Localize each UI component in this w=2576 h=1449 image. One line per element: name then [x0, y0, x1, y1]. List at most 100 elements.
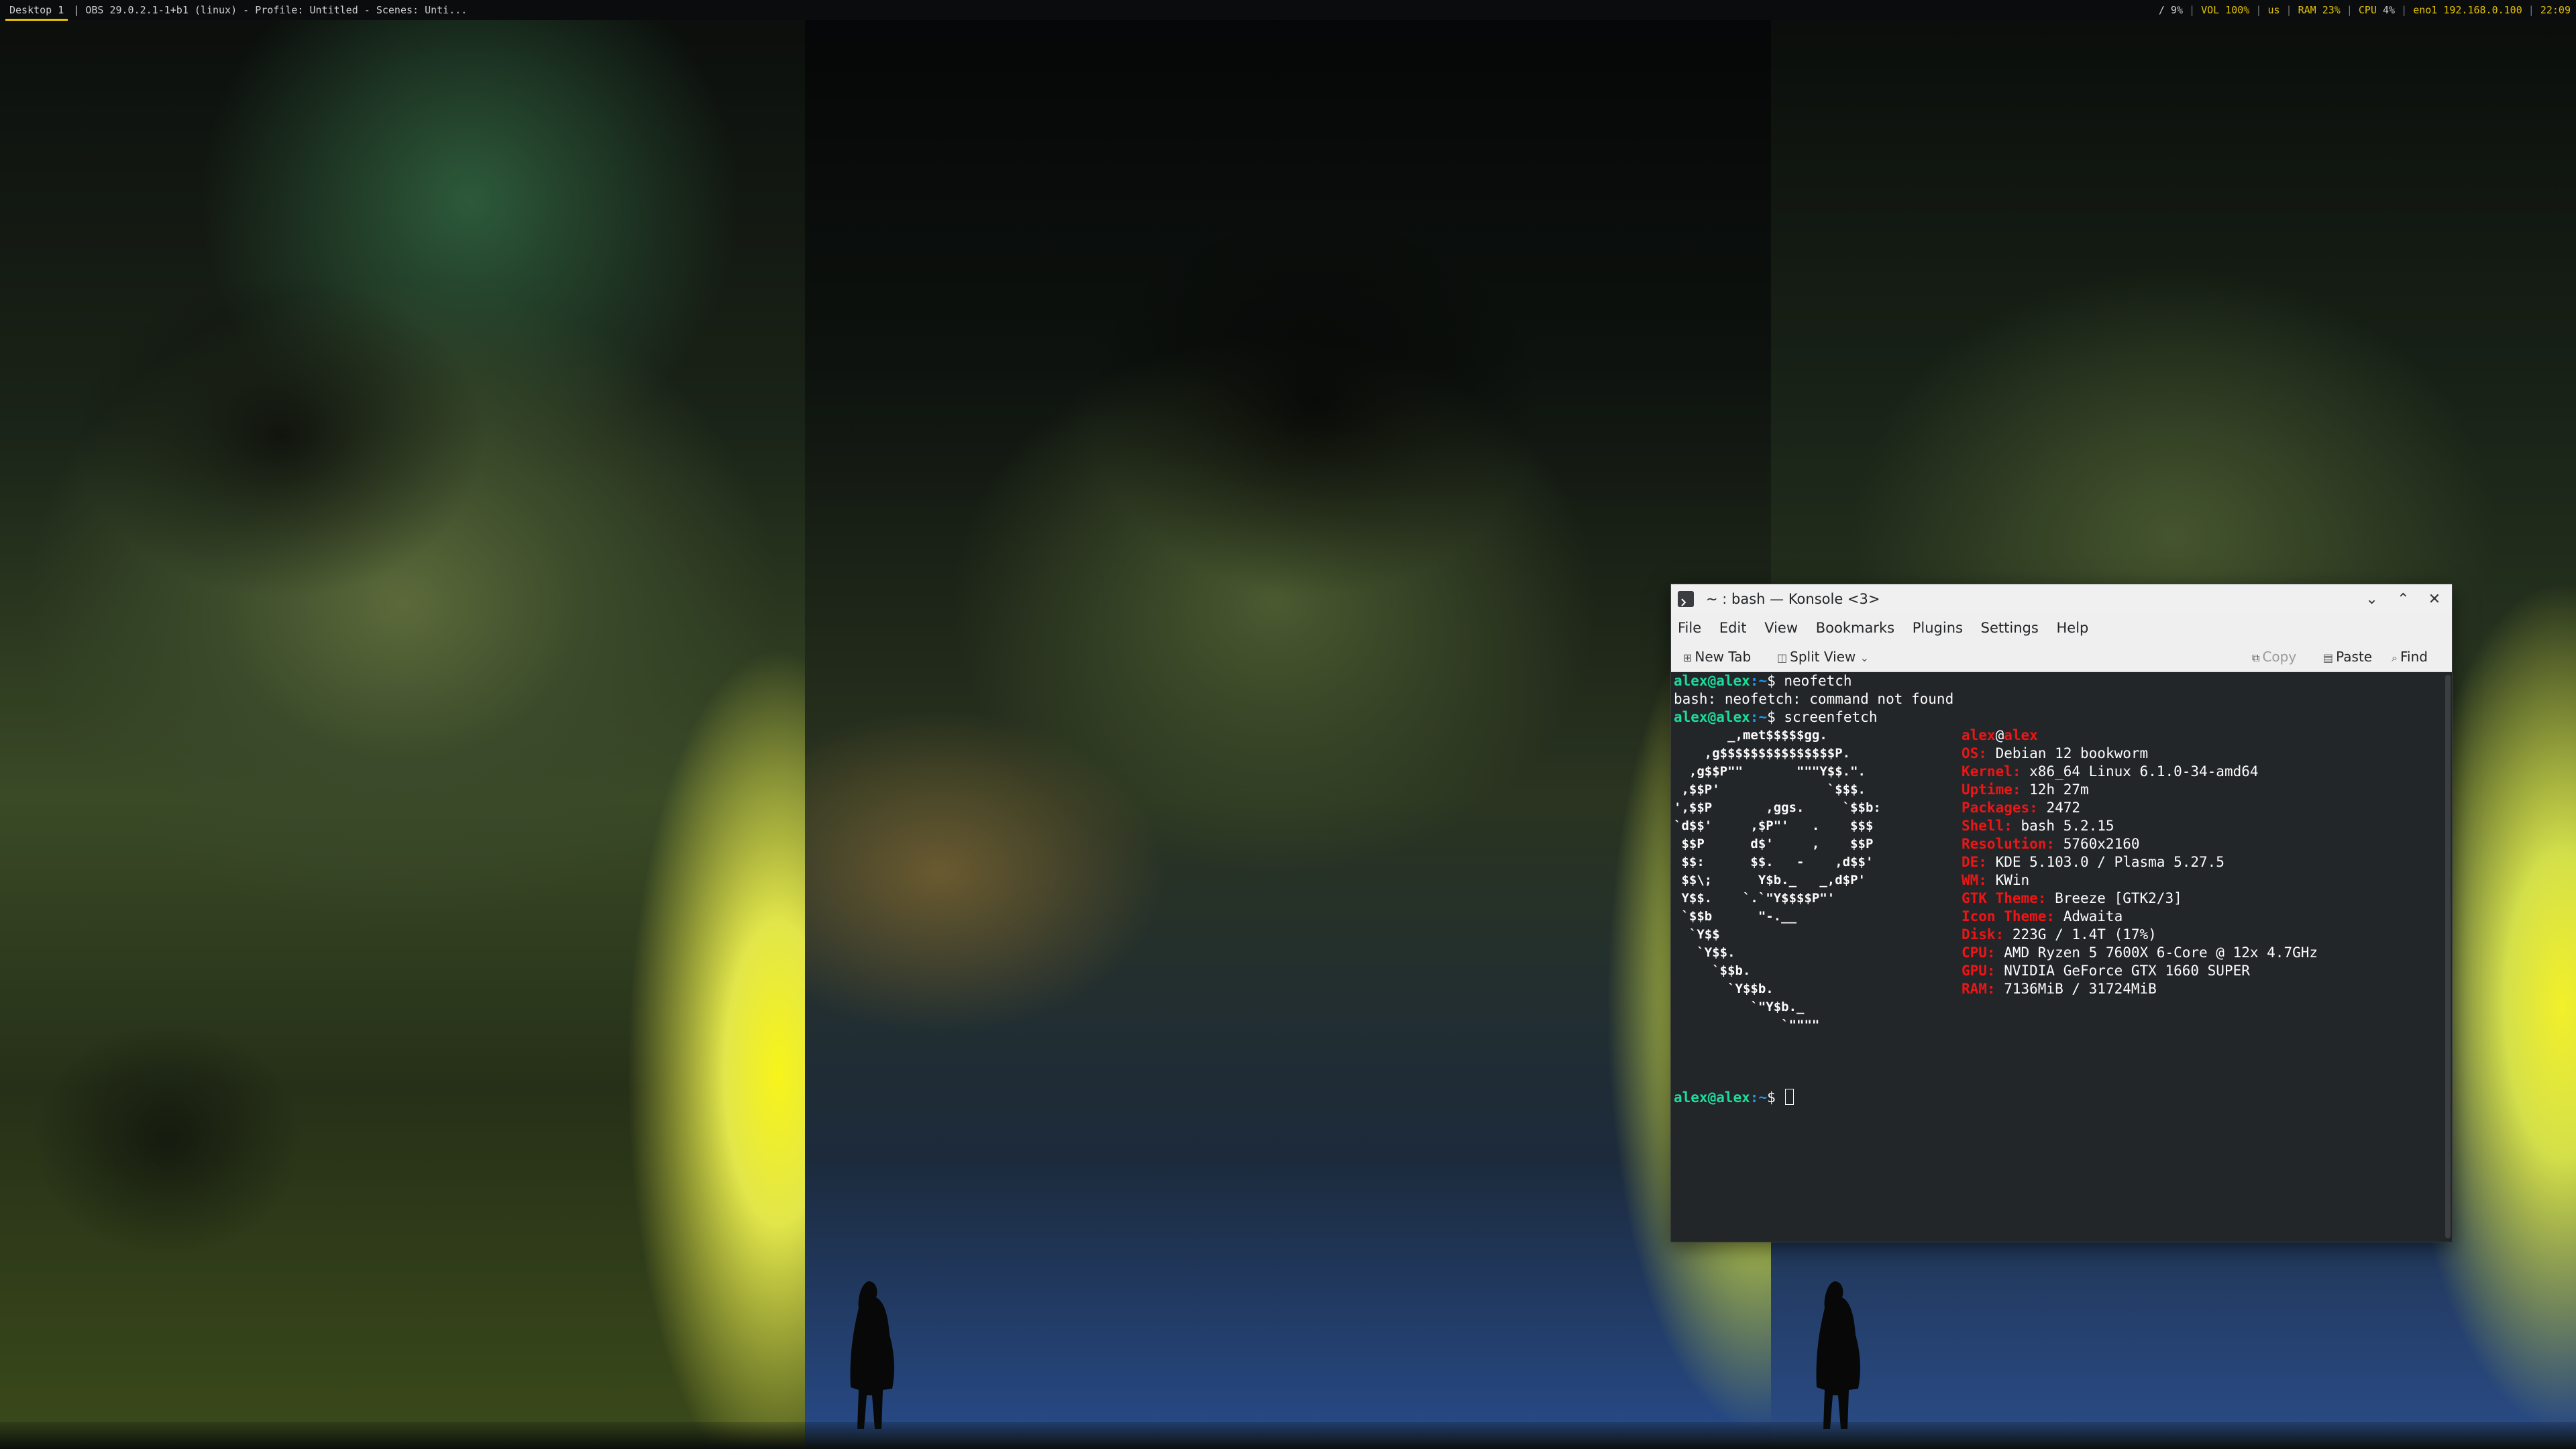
window-titlebar[interactable]: ~ : bash — Konsole <3> ⌄ ⌃ ✕ [1671, 584, 2452, 614]
ascii-art-line: `Y$$ [1674, 927, 1720, 942]
menu-help[interactable]: Help [2056, 620, 2088, 636]
info-row: OS: Debian 12 bookworm [1962, 745, 2431, 763]
info-label: Resolution: [1962, 836, 2055, 852]
disk-usage: / 9% [2158, 4, 2183, 16]
info-label: DE: [1962, 854, 1987, 870]
cpu-label: CPU [2358, 4, 2377, 16]
ascii-art-line: `"""" [1674, 1018, 1820, 1032]
menu-settings[interactable]: Settings [1981, 620, 2039, 636]
chevron-down-icon: ⌄ [1860, 651, 1870, 664]
terminal-line: alex@alex:~$ screenfetch [1674, 709, 1878, 725]
ascii-art-line: `$$b "-.__ [1674, 909, 1797, 924]
info-value: 7136MiB / 31724MiB [1995, 981, 2157, 997]
split-view-label: Split View [1790, 649, 1856, 665]
menu-bar: File Edit View Bookmarks Plugins Setting… [1671, 614, 2452, 642]
ascii-art-line: ,g$$$$$$$$$$$$$$$P. [1674, 746, 1851, 761]
system-info: alex@alex OS: Debian 12 bookworm Kernel: … [1962, 727, 2431, 998]
info-row: Packages: 2472 [1962, 799, 2431, 817]
info-value: AMD Ryzen 5 7600X 6-Core @ 12x 4.7GHz [1995, 945, 2318, 961]
system-status: / 9% | VOL 100% | us | RAM 23% | CPU 4% … [2158, 4, 2571, 16]
copy-label: Copy [2262, 649, 2297, 665]
info-value: Debian 12 bookworm [1986, 745, 2149, 761]
info-row: DE: KDE 5.103.0 / Plasma 5.27.5 [1962, 853, 2431, 871]
info-value: Breeze [GTK2/3] [2046, 890, 2182, 906]
text-cursor [1785, 1089, 1794, 1105]
ascii-art-line: `Y$$b. [1674, 981, 1774, 996]
info-value: 12h 27m [2021, 782, 2089, 798]
info-value: bash 5.2.15 [2012, 818, 2114, 834]
info-value: 2472 [2037, 800, 2081, 816]
copy-icon: ⧉ [2252, 651, 2260, 664]
ascii-art-line: $$: $$. - ,d$$' [1674, 855, 1874, 869]
info-label: CPU: [1962, 945, 1996, 961]
new-tab-label: New Tab [1695, 649, 1752, 665]
terminal-icon [1678, 591, 1694, 607]
wallpaper-panel-left [0, 0, 805, 1449]
menu-bookmarks[interactable]: Bookmarks [1816, 620, 1894, 636]
new-tab-button[interactable]: ⊞ New Tab [1683, 642, 1751, 673]
info-row: Shell: bash 5.2.15 [1962, 817, 2431, 835]
terminal-output[interactable]: alex@alex:~$ neofetch bash: neofetch: co… [1671, 672, 2440, 1242]
silhouette-figure [1816, 1281, 1860, 1429]
command-text: neofetch [1784, 673, 1852, 689]
ascii-art-line: $$\; Y$b._ _,d$P' [1674, 873, 1866, 888]
info-label: GPU: [1962, 963, 1996, 979]
wallpaper-panel-center [805, 0, 1771, 1449]
keyboard-layout[interactable]: us [2267, 4, 2279, 16]
top-status-bar: Desktop 1 | OBS 29.0.2.1-1+b1 (linux) - P… [0, 0, 2576, 21]
info-row: Disk: 223G / 1.4T (17%) [1962, 926, 2431, 944]
paste-icon: ▤ [2323, 651, 2334, 664]
info-label: Packages: [1962, 800, 2038, 816]
maximize-button[interactable]: ⌃ [2390, 585, 2416, 614]
info-label: Shell: [1962, 818, 2012, 834]
window-title: ~ : bash — Konsole <3> [1706, 591, 1880, 607]
info-row: WM: KWin [1962, 871, 2431, 890]
ascii-art-line: ,$$P' `$$$. [1674, 782, 1866, 797]
copy-button[interactable]: ⧉ Copy [2252, 642, 2296, 673]
menu-file[interactable]: File [1678, 620, 1701, 636]
info-label: Kernel: [1962, 763, 2021, 780]
info-value: x86_64 Linux 6.1.0-34-amd64 [2021, 763, 2259, 780]
host-line: alex@alex [1962, 727, 2038, 743]
info-label: Uptime: [1962, 782, 2021, 798]
ascii-art-line: `"Y$b._ [1674, 1000, 1805, 1014]
workspace-indicator[interactable]: Desktop 1 [5, 1, 68, 21]
info-row: GTK Theme: Breeze [GTK2/3] [1962, 890, 2431, 908]
info-label: OS: [1962, 745, 1987, 761]
volume-status[interactable]: VOL 100% [2201, 4, 2249, 16]
terminal-line: bash: neofetch: command not found [1674, 690, 2440, 708]
clock[interactable]: 22:09 [2540, 4, 2571, 16]
paste-button[interactable]: ▤ Paste [2323, 642, 2372, 673]
menu-plugins[interactable]: Plugins [1913, 620, 1963, 636]
menu-edit[interactable]: Edit [1719, 620, 1747, 636]
find-button[interactable]: ⌕ Find [2392, 642, 2428, 673]
cpu-usage: 4% [2383, 4, 2396, 16]
info-row: Kernel: x86_64 Linux 6.1.0-34-amd64 [1962, 763, 2431, 781]
minimize-button[interactable]: ⌄ [2359, 585, 2385, 614]
info-label: RAM: [1962, 981, 1996, 997]
info-row: GPU: NVIDIA GeForce GTX 1660 SUPER [1962, 962, 2431, 980]
info-label: GTK Theme: [1962, 890, 2047, 906]
active-window-title: | OBS 29.0.2.1-1+b1 (linux) - Profile: U… [73, 4, 468, 16]
terminal-scrollbar[interactable] [2445, 675, 2451, 1238]
menu-view[interactable]: View [1764, 620, 1798, 636]
ascii-art-line: ',$$P ,ggs. `$$b: [1674, 800, 1881, 815]
info-row: CPU: AMD Ryzen 5 7600X 6-Core @ 12x 4.7G… [1962, 944, 2431, 962]
close-button[interactable]: ✕ [2421, 585, 2448, 614]
info-row: Uptime: 12h 27m [1962, 781, 2431, 799]
info-row: Icon Theme: Adwaita [1962, 908, 2431, 926]
info-row: Resolution: 5760x2160 [1962, 835, 2431, 853]
info-label: WM: [1962, 872, 1987, 888]
silhouette-figure [850, 1281, 894, 1429]
ascii-art-line: `$$b. [1674, 963, 1751, 978]
info-label: Icon Theme: [1962, 908, 2055, 924]
new-tab-icon: ⊞ [1683, 651, 1693, 664]
split-view-button[interactable]: ◫ Split View ⌄ [1777, 642, 1872, 673]
konsole-window[interactable]: ~ : bash — Konsole <3> ⌄ ⌃ ✕ File Edit V… [1670, 584, 2453, 1242]
error-text: bash: neofetch: command not found [1674, 691, 1954, 707]
info-value: NVIDIA GeForce GTX 1660 SUPER [1995, 963, 2250, 979]
current-prompt[interactable]: alex@alex:~$ [1674, 1089, 1794, 1107]
info-label: Disk: [1962, 926, 2004, 943]
ascii-art-line: _,met$$$$$gg. [1674, 728, 1827, 743]
terminal-line: alex@alex:~$ neofetch [1674, 673, 1852, 689]
